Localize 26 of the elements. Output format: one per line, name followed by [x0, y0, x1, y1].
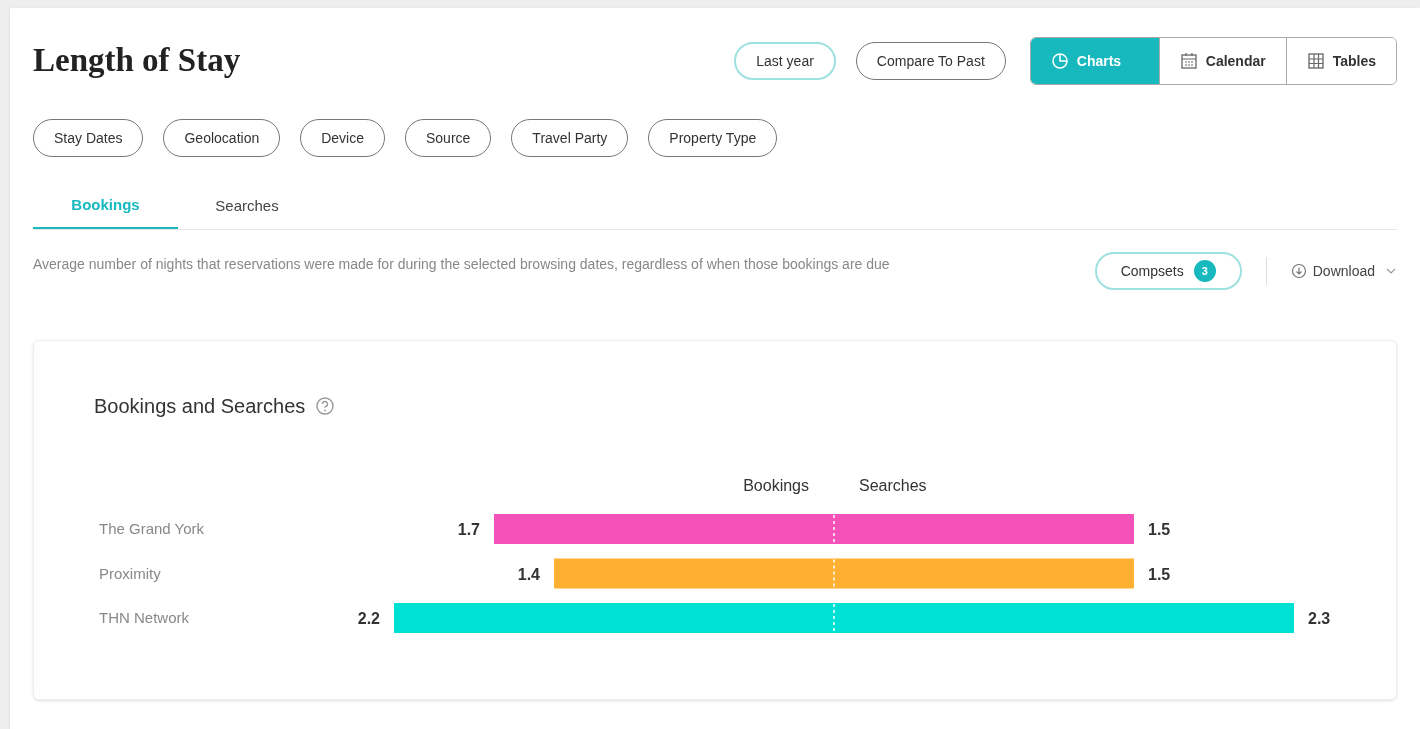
help-icon [315, 396, 336, 416]
value-label: 1.4 [517, 565, 540, 583]
value-label: 2.3 [1308, 610, 1331, 627]
chevron-down-icon [1385, 267, 1397, 275]
period-button[interactable]: Last year [734, 42, 836, 80]
row-label: Proximity [99, 564, 161, 582]
calendar-icon [1179, 52, 1198, 70]
pie-chart-icon [1050, 52, 1069, 70]
row-label: THN Network [99, 609, 189, 626]
row-label: The Grand York [99, 520, 205, 537]
value-label: 1.5 [1148, 521, 1171, 538]
compsets-button[interactable]: Compsets 3 [1094, 252, 1242, 290]
download-icon [1290, 263, 1307, 279]
table-icon [1306, 52, 1325, 70]
column-heading: Searches [859, 477, 927, 494]
download-button[interactable]: Download [1290, 252, 1397, 290]
chart-title: Bookings and Searches [94, 394, 306, 419]
count-badge: 3 [1193, 260, 1216, 282]
value-label: 1.5 [1148, 565, 1171, 583]
tab[interactable]: Searches [178, 183, 316, 229]
column-heading: Bookings [743, 477, 809, 494]
page-title: Length of Stay [33, 41, 241, 81]
value-label: 1.7 [457, 521, 480, 538]
value-label: 2.2 [357, 610, 380, 627]
description-text: Average number of nights that reservations were made for during the selected browsing dates, regardless of when those bookings are due [33, 255, 891, 274]
view-tab[interactable]: Tables [1285, 38, 1396, 84]
